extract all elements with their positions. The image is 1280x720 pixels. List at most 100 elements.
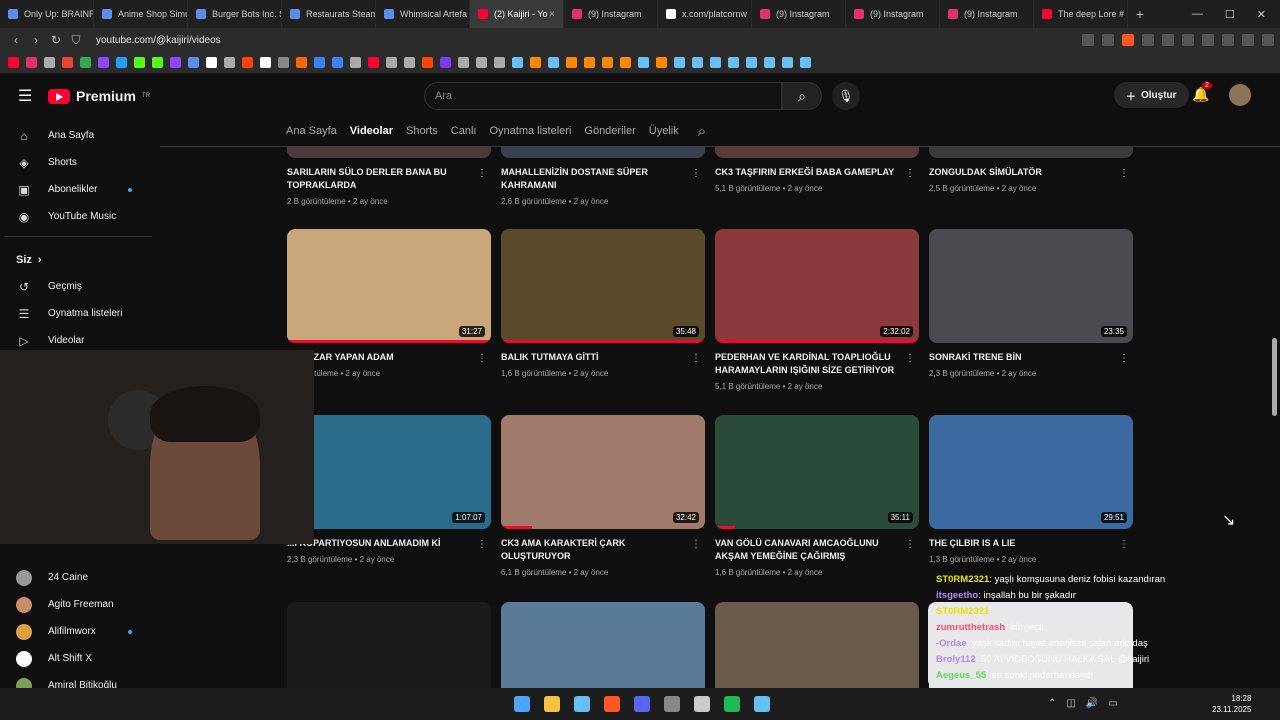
video-thumbnail[interactable]: 31:27 [287, 229, 491, 343]
video-thumbnail[interactable] [715, 146, 919, 158]
maximize-icon[interactable]: ☐ [1225, 8, 1235, 21]
bookmark-icon[interactable] [746, 57, 757, 68]
video-thumbnail[interactable] [501, 602, 705, 688]
minimize-icon[interactable]: — [1192, 8, 1203, 21]
extension-icon[interactable] [1242, 34, 1254, 46]
channel-tab[interactable]: Videolar [350, 125, 393, 137]
video-card[interactable] [287, 602, 491, 688]
video-card[interactable]: CK3 TAŞFIRIN ERKEĞİ BABA GAMEPLAY 5,1 B g… [715, 146, 919, 193]
video-title[interactable]: SONRAKİ TRENE BİN [929, 351, 1109, 364]
browser-tab[interactable]: x.com/platcornw [658, 0, 752, 28]
battery-icon[interactable]: ▭ [1108, 698, 1117, 709]
bookmark-icon[interactable] [566, 57, 577, 68]
browser-tab[interactable]: Burger Bots Inc. S [188, 0, 282, 28]
bookmark-icon[interactable] [386, 57, 397, 68]
bookmark-icon[interactable] [314, 57, 325, 68]
video-title[interactable]: BALIK TUTMAYA GİTTİ [501, 351, 681, 364]
extension-icon[interactable] [1222, 34, 1234, 46]
taskbar-app-icon[interactable] [544, 696, 560, 712]
more-options-icon[interactable]: ⋮ [905, 168, 915, 179]
bookmark-icon[interactable] [62, 57, 73, 68]
browser-tab[interactable]: Only Up: BRAINR [0, 0, 94, 28]
more-options-icon[interactable]: ⋮ [905, 539, 915, 550]
extension-icon[interactable] [1142, 34, 1154, 46]
bookmark-icon[interactable] [440, 57, 451, 68]
more-options-icon[interactable]: ⋮ [477, 353, 487, 364]
channel-tab[interactable]: Gönderiler [584, 125, 635, 137]
bookmark-icon[interactable] [692, 57, 703, 68]
more-options-icon[interactable]: ⋮ [1119, 539, 1129, 550]
video-card[interactable]: 35:11 VAN GÖLÜ CANAVARI AMCAOĞLUNU AKŞAM … [715, 415, 919, 577]
video-card[interactable]: 1:07:07 ...I KOPARTIYOSUN ANLAMADIM Kİ 2,3… [287, 415, 491, 564]
sidebar-item[interactable]: ↺ Geçmiş [0, 273, 156, 300]
bookmark-icon[interactable] [548, 57, 559, 68]
sidebar-section-heading[interactable]: Siz › [0, 247, 156, 273]
chevron-up-icon[interactable]: ⌃ [1048, 698, 1056, 709]
browser-tab[interactable]: (9) Instagram [940, 0, 1034, 28]
back-icon[interactable]: ‹ [6, 33, 26, 47]
search-button[interactable]: ⌕ [782, 82, 822, 110]
sidebar-item[interactable]: ◈ Shorts [0, 149, 156, 176]
bookmark-icon[interactable] [476, 57, 487, 68]
bookmark-icon[interactable] [98, 57, 109, 68]
video-card[interactable]: SARILARIN SÜLO DERLER BANA BU TOPRAKLARD… [287, 146, 491, 206]
bookmark-icon[interactable] [26, 57, 37, 68]
more-options-icon[interactable]: ⋮ [477, 539, 487, 550]
sidebar-channel[interactable]: Alt Shift X [0, 645, 156, 672]
channel-tab[interactable]: Üyelik [649, 125, 679, 137]
bookmark-icon[interactable] [296, 57, 307, 68]
sidebar-channel[interactable]: Agito Freeman [0, 591, 156, 618]
taskbar-app-icon[interactable] [664, 696, 680, 712]
bookmark-icon[interactable] [116, 57, 127, 68]
bookmark-icon[interactable] [620, 57, 631, 68]
bookmark-icon[interactable] [332, 57, 343, 68]
notifications-button[interactable]: 🔔 2 [1192, 82, 1212, 103]
more-options-icon[interactable]: ⋮ [691, 539, 701, 550]
bookmark-icon[interactable] [278, 57, 289, 68]
taskbar-app-icon[interactable] [574, 696, 590, 712]
more-options-icon[interactable]: ⋮ [1119, 168, 1129, 179]
sidebar-item[interactable]: ⌂ Ana Sayfa [0, 122, 156, 149]
more-options-icon[interactable]: ⋮ [691, 353, 701, 364]
video-card[interactable]: 2:32:02 PEDERHAN VE KARDİNAL TOAPLIOĞLU H… [715, 229, 919, 391]
bookmark-icon[interactable] [800, 57, 811, 68]
sidebar-item[interactable]: ▣ Abonelikler [0, 176, 156, 203]
hamburger-menu-icon[interactable]: ☰ [18, 86, 32, 106]
bookmark-icon[interactable] [170, 57, 181, 68]
taskbar-app-icon[interactable] [694, 696, 710, 712]
bookmark-icon[interactable] [512, 57, 523, 68]
reload-icon[interactable]: ↻ [46, 33, 66, 47]
bookmark-icon[interactable] [530, 57, 541, 68]
avatar[interactable] [1229, 84, 1251, 106]
video-thumbnail[interactable]: 35:11 [715, 415, 919, 529]
more-options-icon[interactable]: ⋮ [905, 353, 915, 364]
bookmark-icon[interactable] [368, 57, 379, 68]
volume-icon[interactable]: 🔊 [1086, 698, 1098, 709]
bookmark-icon[interactable] [638, 57, 649, 68]
taskbar-app-icon[interactable] [604, 696, 620, 712]
extension-icon[interactable] [1082, 34, 1094, 46]
extension-icon[interactable] [1122, 34, 1134, 46]
video-card[interactable]: 35:48 BALIK TUTMAYA GİTTİ 1,6 B görüntülem… [501, 229, 705, 378]
bookmark-icon[interactable] [44, 57, 55, 68]
extension-icon[interactable] [1102, 34, 1114, 46]
bookmark-icon[interactable] [134, 57, 145, 68]
browser-tab[interactable]: Whimsical Artefa [376, 0, 470, 28]
bookmark-icon[interactable] [260, 57, 271, 68]
bookmark-icon[interactable] [8, 57, 19, 68]
video-card[interactable]: 23:35 SONRAKİ TRENE BİN 2,3 B görüntüleme … [929, 229, 1133, 378]
bookmark-icon[interactable] [188, 57, 199, 68]
browser-tab[interactable]: (2) Kaijiri - Yo × [470, 0, 564, 28]
extension-icon[interactable] [1162, 34, 1174, 46]
sidebar-channel[interactable]: 24 Caine [0, 564, 156, 591]
video-card[interactable] [715, 602, 919, 688]
forward-icon[interactable]: › [26, 33, 46, 47]
more-options-icon[interactable]: ⋮ [477, 168, 487, 179]
video-thumbnail[interactable]: 32:42 [501, 415, 705, 529]
video-title[interactable]: ...'I SEZAR YAPAN ADAM [287, 351, 467, 364]
bookmark-icon[interactable] [458, 57, 469, 68]
bookmark-icon[interactable] [710, 57, 721, 68]
browser-tab[interactable]: Anime Shop Simu [94, 0, 188, 28]
bookmark-icon[interactable] [224, 57, 235, 68]
video-thumbnail[interactable] [287, 602, 491, 688]
